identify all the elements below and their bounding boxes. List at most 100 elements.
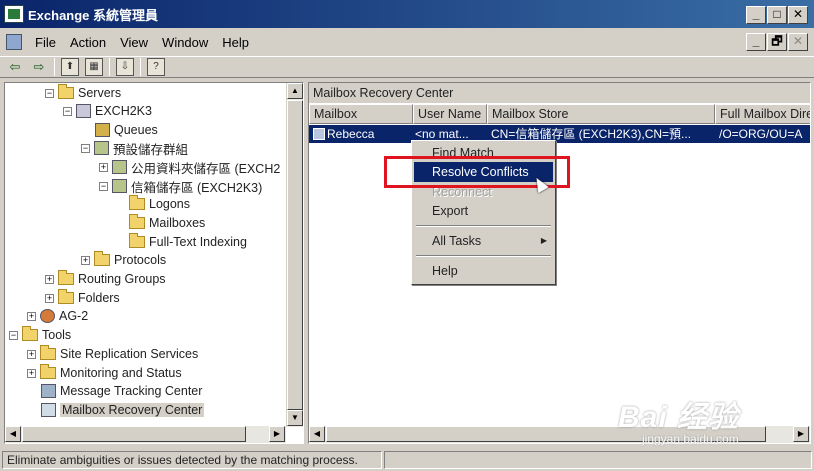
- tree-item-logons[interactable]: Logons: [129, 195, 190, 213]
- expand-icon[interactable]: +: [99, 162, 108, 172]
- collapse-icon[interactable]: −: [99, 181, 108, 191]
- tree-item-queues[interactable]: Queues: [95, 121, 158, 139]
- menu-action[interactable]: Action: [63, 35, 113, 50]
- server-icon: [76, 104, 91, 118]
- scroll-thumb[interactable]: [22, 426, 246, 442]
- tree-item-exch2k3[interactable]: − EXCH2K3: [63, 102, 152, 120]
- context-menu: Find Match Resolve Conflicts Reconnect E…: [411, 140, 556, 285]
- scroll-right-button[interactable]: ▶: [269, 426, 285, 442]
- menu-file[interactable]: File: [28, 35, 63, 50]
- mdi-minimize-button[interactable]: _: [746, 33, 766, 51]
- tree-item-folders[interactable]: + Folders: [45, 289, 120, 307]
- menu-item-reconnect: Reconnect: [432, 185, 492, 199]
- expand-icon[interactable]: +: [27, 311, 36, 321]
- folder-icon: [40, 364, 56, 379]
- scroll-left-button[interactable]: ◀: [309, 426, 325, 442]
- column-header-full-mailbox-dir[interactable]: Full Mailbox Dire: [715, 104, 810, 124]
- scroll-left-button[interactable]: ◀: [5, 426, 21, 442]
- cell-mailbox: Rebecca: [311, 125, 413, 143]
- column-header-mailbox[interactable]: Mailbox: [309, 104, 413, 124]
- folder-icon: [58, 289, 74, 304]
- user-icon: [313, 128, 325, 140]
- tree-item-ag2[interactable]: + AG-2: [27, 307, 88, 325]
- console-tree[interactable]: − Servers − EXCH2K3 Queues − 預設儲存群組 + 公用…: [4, 82, 304, 444]
- expand-icon[interactable]: +: [45, 293, 54, 303]
- expand-icon[interactable]: +: [45, 274, 54, 284]
- title-bar: Exchange 系統管理員 _ □ ✕: [0, 0, 814, 28]
- collapse-icon[interactable]: −: [9, 330, 18, 340]
- tree-item-site-replication[interactable]: + Site Replication Services: [27, 345, 198, 363]
- tree-item-protocols[interactable]: + Protocols: [81, 251, 166, 269]
- tree-vertical-scrollbar[interactable]: ▲ ▼: [286, 83, 303, 427]
- mailbox-recovery-icon: [41, 403, 56, 417]
- submenu-arrow-icon: ▶: [540, 236, 547, 245]
- scroll-thumb[interactable]: [287, 100, 303, 410]
- up-folder-icon[interactable]: ⬆: [61, 58, 79, 76]
- menu-view[interactable]: View: [113, 35, 155, 50]
- tree-item-monitoring[interactable]: + Monitoring and Status: [27, 364, 182, 382]
- show-tree-icon[interactable]: ▦: [85, 58, 103, 76]
- exchange-app-icon: [4, 5, 24, 23]
- back-arrow-icon[interactable]: ⇦: [6, 58, 24, 76]
- folder-icon: [94, 251, 110, 266]
- menu-help[interactable]: Help: [215, 35, 256, 50]
- menu-item-help[interactable]: Help: [414, 261, 553, 281]
- expand-icon[interactable]: +: [27, 349, 36, 359]
- toolbar-separator: [54, 58, 55, 76]
- tree-item-storage-group[interactable]: − 預設儲存群組: [81, 139, 188, 157]
- expand-icon[interactable]: +: [27, 368, 36, 378]
- results-pane: Mailbox Recovery Center Mailbox User Nam…: [308, 82, 811, 444]
- menu-item-export[interactable]: Export: [414, 201, 553, 221]
- tree-item-public-store[interactable]: + 公用資料夾儲存區 (EXCH2: [99, 158, 280, 176]
- cell-full-mailbox-dir: /O=ORG/OU=A: [719, 127, 803, 141]
- admin-group-icon: [40, 309, 55, 323]
- message-tracking-icon: [41, 384, 56, 398]
- menu-separator: [416, 255, 551, 257]
- folder-icon: [129, 214, 145, 229]
- folder-icon: [129, 195, 145, 210]
- tree-item-mailbox-store[interactable]: − 信箱儲存區 (EXCH2K3): [99, 177, 262, 195]
- status-text: Eliminate ambiguities or issues detected…: [2, 451, 382, 469]
- collapse-icon[interactable]: −: [81, 143, 90, 153]
- column-header-user-name[interactable]: User Name: [413, 104, 487, 124]
- tree-item-tools[interactable]: − Tools: [9, 326, 71, 344]
- forward-arrow-icon[interactable]: ⇨: [30, 58, 48, 76]
- scroll-up-button[interactable]: ▲: [287, 83, 303, 99]
- maximize-button[interactable]: □: [767, 6, 787, 24]
- menu-separator: [416, 225, 551, 227]
- menu-item-all-tasks[interactable]: All Tasks ▶: [414, 231, 553, 251]
- toolbar-separator: [109, 58, 110, 76]
- export-list-icon[interactable]: ⇩: [116, 58, 134, 76]
- tree-item-message-tracking[interactable]: Message Tracking Center: [41, 382, 202, 400]
- tree-item-full-text-indexing[interactable]: Full-Text Indexing: [129, 233, 247, 251]
- expand-icon[interactable]: +: [81, 255, 90, 265]
- tree-item-mailbox-recovery[interactable]: Mailbox Recovery Center: [41, 401, 205, 419]
- mdi-close-button[interactable]: ✕: [788, 33, 808, 51]
- queue-icon: [95, 123, 110, 137]
- mailbox-store-icon: [112, 179, 127, 193]
- baidu-watermark-logo: Bai 经验 jingyan.baidu.com: [618, 401, 740, 446]
- public-store-icon: [112, 160, 127, 174]
- menu-window[interactable]: Window: [155, 35, 215, 50]
- minimize-button[interactable]: _: [746, 6, 766, 24]
- help-icon[interactable]: ?: [147, 58, 165, 76]
- table-row[interactable]: Rebecca <no mat... CN=信箱儲存區 (EXCH2K3),CN…: [309, 125, 810, 143]
- pane-title: Mailbox Recovery Center: [309, 83, 810, 103]
- toolbar: ⇦ ⇨ ⬆ ▦ ⇩ ?: [0, 56, 814, 78]
- collapse-icon[interactable]: −: [63, 106, 72, 116]
- console-doc-icon[interactable]: [6, 34, 22, 50]
- folder-icon: [58, 84, 74, 99]
- column-header-mailbox-store[interactable]: Mailbox Store: [487, 104, 715, 124]
- tree-item-mailboxes[interactable]: Mailboxes: [129, 214, 205, 232]
- collapse-icon[interactable]: −: [45, 88, 54, 98]
- mdi-restore-button[interactable]: 🗗: [767, 33, 787, 51]
- tree-item-routing-groups[interactable]: + Routing Groups: [45, 270, 166, 288]
- folder-icon: [129, 233, 145, 248]
- tree-item-servers[interactable]: − Servers: [45, 84, 121, 102]
- scroll-down-button[interactable]: ▼: [287, 410, 303, 426]
- folder-icon: [58, 270, 74, 285]
- menu-item-find-match[interactable]: Find Match: [414, 143, 553, 163]
- tree-horizontal-scrollbar[interactable]: ◀ ▶: [5, 426, 286, 443]
- close-button[interactable]: ✕: [788, 6, 808, 24]
- window-title: Exchange 系統管理員: [28, 7, 159, 23]
